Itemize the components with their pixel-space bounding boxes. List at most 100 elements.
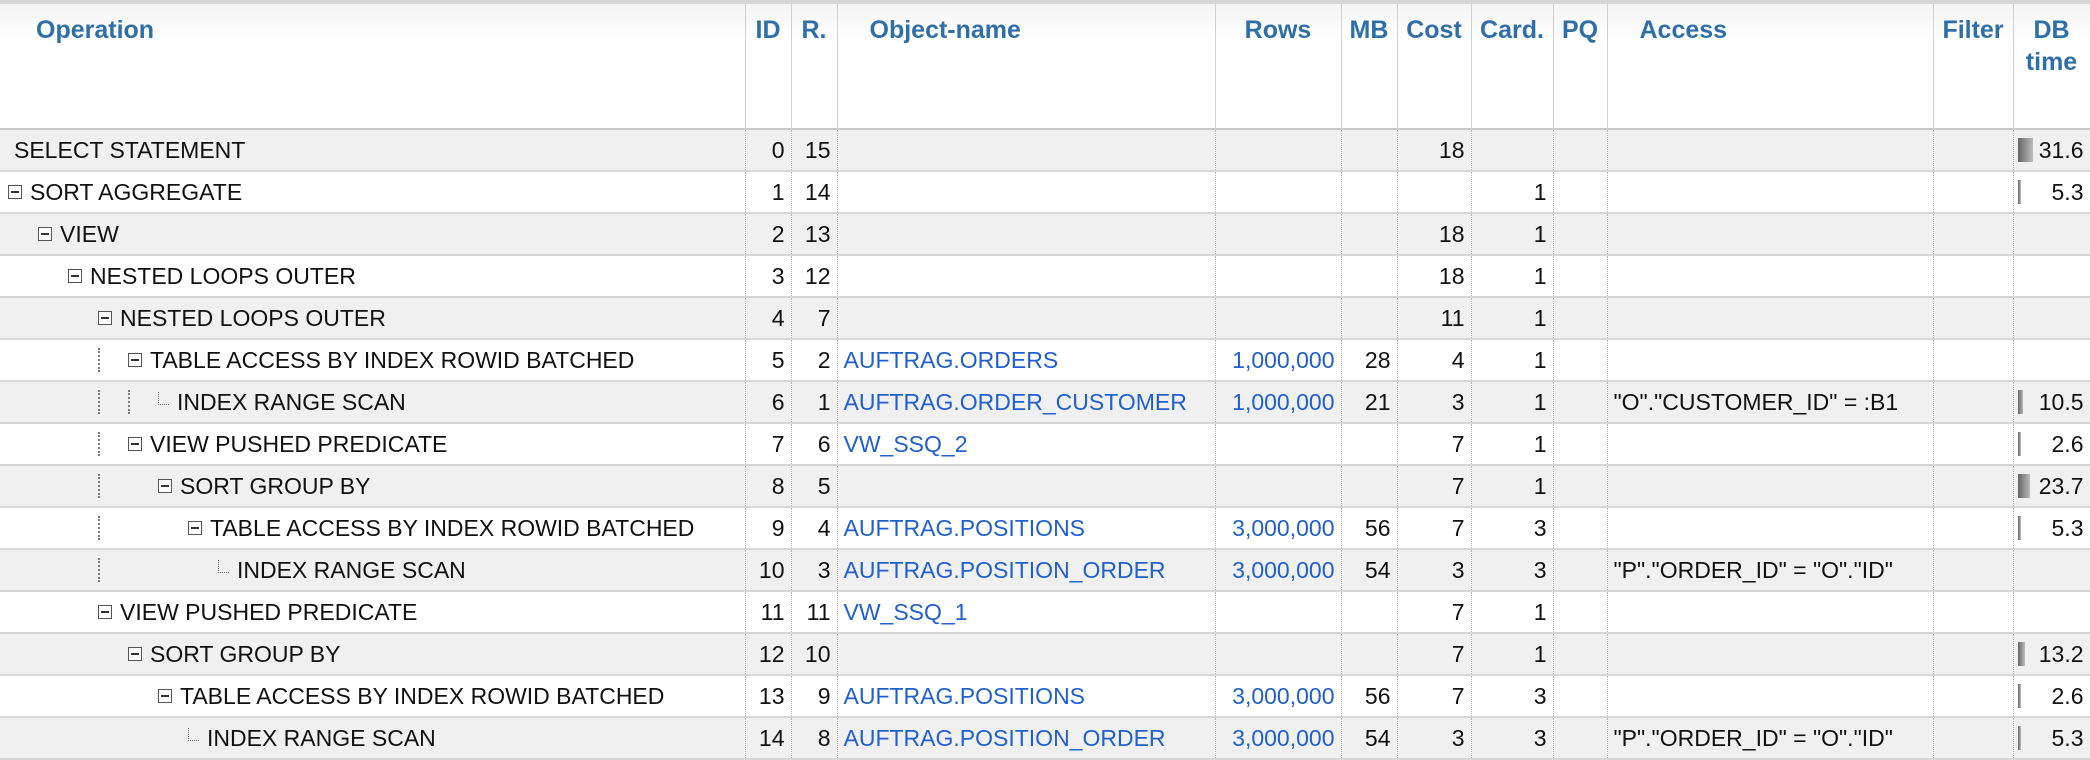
column-header-operation[interactable]: Operation [0,4,746,130]
collapse-toggle-icon[interactable] [68,269,82,283]
collapse-toggle-icon[interactable] [98,605,112,619]
column-header-object-name[interactable]: Object-name [837,4,1216,130]
plan-row[interactable]: VIEW PUSHED PREDICATE 7 6 VW_SSQ_2 7 1 2.6 [0,423,2090,466]
pq-cell [1553,255,1608,298]
tree-guide-line [98,348,101,372]
operation-label: INDEX RANGE SCAN [177,388,406,415]
plan-row[interactable]: SELECT STATEMENT 0 15 18 31.6 [0,129,2090,172]
id-cell: 7 [745,423,792,466]
tree-guide-line [98,558,101,582]
tree-elbow-icon [158,391,169,405]
id-cell: 14 [745,717,792,760]
object-name-link[interactable]: VW_SSQ_2 [837,423,1216,466]
mb-cell: 54 [1341,549,1398,592]
tree-elbow-icon [218,559,229,573]
r-cell: 12 [791,255,838,298]
plan-row[interactable]: VIEW PUSHED PREDICATE 11 11 VW_SSQ_1 7 1 [0,591,2090,634]
plan-row[interactable]: TABLE ACCESS BY INDEX ROWID BATCHED 5 2 AUF… [0,339,2090,382]
plan-table: Operation ID R. Object-name Rows MB Cost… [0,4,2090,760]
object-name-link[interactable]: AUFTRAG.POSITIONS [837,507,1216,550]
column-header-access[interactable]: Access [1607,4,1934,130]
column-header-rows[interactable]: Rows [1215,4,1342,130]
plan-row[interactable]: NESTED LOOPS OUTER 3 12 18 1 [0,255,2090,298]
operation-cell: TABLE ACCESS BY INDEX ROWID BATCHED [0,675,746,718]
collapse-toggle-icon[interactable] [158,689,172,703]
column-header-mb[interactable]: MB [1341,4,1398,130]
column-header-filter[interactable]: Filter [1933,4,2014,130]
pq-cell [1553,129,1608,172]
db-time-value: 2.6 [2051,430,2084,457]
column-header-r[interactable]: R. [791,4,838,130]
collapse-toggle-icon[interactable] [8,185,22,199]
filter-cell [1933,381,2014,424]
rows-cell [1215,297,1342,340]
collapse-toggle-icon[interactable] [38,227,52,241]
operation-cell: VIEW PUSHED PREDICATE [0,591,746,634]
rows-cell [1215,423,1342,466]
access-cell [1607,633,1934,676]
access-cell [1607,213,1934,256]
card-cell: 1 [1471,171,1554,214]
plan-row[interactable]: SORT GROUP BY 8 5 7 1 23.7 [0,465,2090,508]
pq-cell [1553,213,1608,256]
operation-label: SORT GROUP BY [180,472,371,499]
r-cell: 15 [791,129,838,172]
object-name-link[interactable]: AUFTRAG.ORDERS [837,339,1216,382]
db-time-bar [2017,516,2021,540]
plan-row[interactable]: TABLE ACCESS BY INDEX ROWID BATCHED 13 9 AU… [0,675,2090,718]
tree-guide-line [128,390,131,414]
id-cell: 4 [745,297,792,340]
plan-row[interactable]: INDEX RANGE SCAN 6 1 AUFTRAG.ORDER_CUSTOMER… [0,381,2090,424]
plan-row[interactable]: INDEX RANGE SCAN 10 3 AUFTRAG.POSITION_ORDE… [0,549,2090,592]
r-cell: 10 [791,633,838,676]
cost-cell: 7 [1397,633,1472,676]
mb-cell [1341,129,1398,172]
column-header-card[interactable]: Card. [1471,4,1554,130]
operation-cell: SORT GROUP BY [0,633,746,676]
operation-cell: NESTED LOOPS OUTER [0,297,746,340]
rows-cell: 3,000,000 [1215,675,1342,718]
plan-row[interactable]: SORT AGGREGATE 1 14 1 5.3 [0,171,2090,214]
plan-row[interactable]: NESTED LOOPS OUTER 4 7 11 1 [0,297,2090,340]
pq-cell [1553,675,1608,718]
object-name-link[interactable]: AUFTRAG.POSITION_ORDER [837,549,1216,592]
mb-cell [1341,465,1398,508]
collapse-toggle-icon[interactable] [128,353,142,367]
collapse-toggle-icon[interactable] [158,479,172,493]
r-cell: 14 [791,171,838,214]
column-header-pq[interactable]: PQ [1553,4,1608,130]
db-time-value: 5.3 [2051,724,2084,751]
card-cell: 1 [1471,297,1554,340]
filter-cell [1933,591,2014,634]
object-name-link [837,171,1216,214]
operation-cell: INDEX RANGE SCAN [0,381,746,424]
cost-cell [1397,171,1472,214]
pq-cell [1553,465,1608,508]
object-name-link [837,255,1216,298]
collapse-toggle-icon[interactable] [98,311,112,325]
db-time-cell [2013,549,2090,592]
tree-guide-line [98,474,101,498]
plan-row[interactable]: INDEX RANGE SCAN 14 8 AUFTRAG.POSITION_ORDE… [0,717,2090,760]
collapse-toggle-icon[interactable] [188,521,202,535]
filter-cell [1933,633,2014,676]
column-header-cost[interactable]: Cost [1397,4,1472,130]
column-header-db-time[interactable]: DB time [2013,4,2090,130]
collapse-toggle-icon[interactable] [128,437,142,451]
object-name-link[interactable]: AUFTRAG.POSITIONS [837,675,1216,718]
object-name-link [837,465,1216,508]
object-name-link[interactable]: AUFTRAG.POSITION_ORDER [837,717,1216,760]
card-cell: 1 [1471,381,1554,424]
collapse-toggle-icon[interactable] [128,647,142,661]
rows-cell: 3,000,000 [1215,507,1342,550]
access-cell [1607,129,1934,172]
plan-row[interactable]: VIEW 2 13 18 1 [0,213,2090,256]
plan-row[interactable]: SORT GROUP BY 12 10 7 1 13.2 [0,633,2090,676]
filter-cell [1933,339,2014,382]
plan-row[interactable]: TABLE ACCESS BY INDEX ROWID BATCHED 9 4 AUF… [0,507,2090,550]
column-header-id[interactable]: ID [745,4,792,130]
object-name-link[interactable]: AUFTRAG.ORDER_CUSTOMER [837,381,1216,424]
filter-cell [1933,255,2014,298]
filter-cell [1933,507,2014,550]
object-name-link[interactable]: VW_SSQ_1 [837,591,1216,634]
